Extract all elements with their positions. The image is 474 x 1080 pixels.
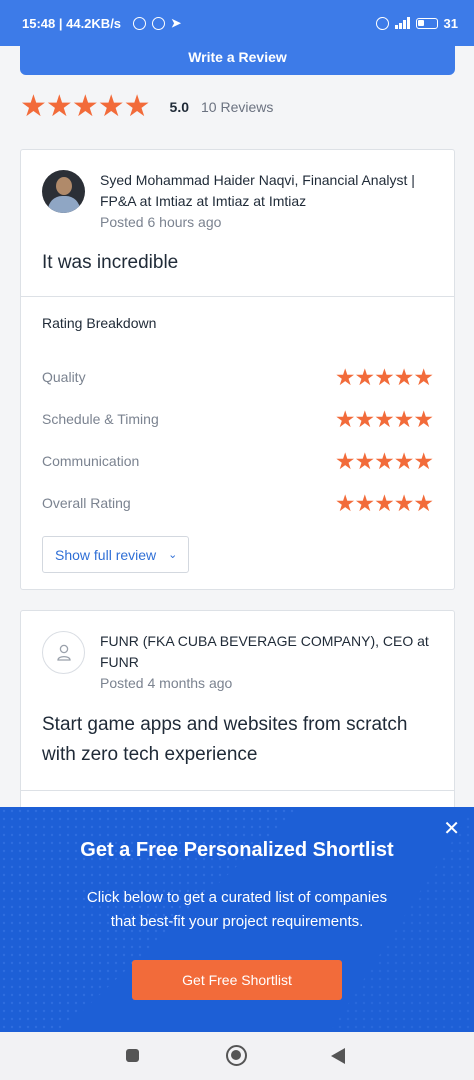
star-icon: ★ [71,90,99,123]
breakdown-row-communication: Communication ★ ★ ★ ★ ★ [42,440,434,482]
banner-text-line: Click below to get a curated list of com… [86,889,388,906]
star-icon: ★ [374,489,395,516]
avatar [42,631,85,674]
summary-score: 5.0 [169,99,189,115]
review-title: It was incredible [42,252,179,273]
banner-text: Click below to get a curated list of com… [0,886,474,934]
home-icon[interactable] [226,1045,247,1066]
battery-icon [415,17,438,29]
telegram-icon: ➤ [171,16,182,30]
star-icon: ★ [20,90,47,123]
star-icon: ★ [334,489,356,516]
star-icon: ★ [413,363,434,390]
breakdown-row-schedule: Schedule & Timing ★ ★ ★ ★ ★ [42,398,434,440]
star-icon: ★ [354,489,376,516]
status-left: 15:48 | 44.2KB/s ➤ [22,16,181,31]
reviewer-header: FUNR (FKA CUBA BEVERAGE COMPANY), CEO at… [21,611,454,694]
reviewer-name: FUNR (FKA CUBA BEVERAGE COMPANY), CEO at… [100,633,429,670]
battery-level: 31 [443,15,458,31]
whatsapp-icon [152,16,166,30]
breakdown-label: Schedule & Timing [42,411,159,427]
breakdown-stars: ★ ★ ★ ★ ★ [334,489,434,516]
avatar-body [48,196,80,213]
star-icon: ★ [413,447,434,474]
breakdown-stars: ★ ★ ★ ★ ★ [334,447,434,474]
star-icon: ★ [354,363,376,390]
reviewer-info: Syed Mohammad Haider Naqvi, Financial An… [100,170,434,233]
star-icon: ★ [334,363,356,390]
summary-review-count[interactable]: 10 Reviews [201,99,273,115]
rating-breakdown: Rating Breakdown Quality ★ ★ ★ ★ ★ Schedule … [21,297,454,573]
star-icon: ★ [393,489,415,516]
chevron-down-icon: ⌄ [168,549,178,561]
reviewer-name: Syed Mohammad Haider Naqvi, Financial An… [100,172,415,209]
get-free-shortlist-button[interactable]: Get Free Shortlist [132,960,342,1000]
breakdown-label: Overall Rating [42,495,131,511]
review-card: FUNR (FKA CUBA BEVERAGE COMPANY), CEO at… [20,610,455,830]
star-icon: ★ [374,405,395,432]
avatar [42,170,85,213]
shortlist-banner: ✕ Get a Free Personalized Shortlist Clic… [0,807,474,1032]
posted-time: Posted 6 hours ago [100,214,222,230]
star-icon: ★ [354,447,376,474]
star-icon: ★ [45,90,73,123]
star-icon: ★ [334,447,356,474]
avatar-head [56,177,72,195]
system-nav-bar [0,1032,474,1080]
banner-text-line: that best-fit your project requirements. [110,913,364,930]
star-icon: ★ [393,363,415,390]
breakdown-label: Quality [42,369,86,385]
star-icon: ★ [334,405,356,432]
user-icon [56,644,71,661]
star-icon: ★ [413,405,434,432]
star-icon: ★ [97,90,125,123]
review-title: Start game apps and websites from scratc… [42,714,408,765]
star-icon: ★ [393,447,415,474]
star-icon: ★ [123,90,151,123]
rating-summary: ★ ★ ★ ★ ★ 5.0 10 Reviews [20,92,273,122]
breakdown-row-quality: Quality ★ ★ ★ ★ ★ [42,356,434,398]
review-card: Syed Mohammad Haider Naqvi, Financial An… [20,149,455,590]
status-time-speed: 15:48 | 44.2KB/s [22,15,122,31]
reviewer-header: Syed Mohammad Haider Naqvi, Financial An… [21,150,454,233]
banner-title: Get a Free Personalized Shortlist [80,839,394,861]
signal-icon [394,17,410,29]
breakdown-title: Rating Breakdown [42,315,157,331]
divider [21,790,454,791]
breakdown-stars: ★ ★ ★ ★ ★ [334,363,434,390]
alarm-icon [133,16,147,30]
star-icon: ★ [374,363,395,390]
star-icon: ★ [374,447,395,474]
status-right: 31 [375,15,458,31]
breakdown-row-overall: Overall Rating ★ ★ ★ ★ ★ [42,482,434,524]
show-full-review-label: Show full review [55,546,157,563]
summary-stars: ★ ★ ★ ★ ★ [20,90,151,123]
star-icon: ★ [413,489,434,516]
recents-icon[interactable] [126,1049,139,1062]
breakdown-label: Communication [42,453,140,469]
write-review-button[interactable]: Write a Review [20,38,455,75]
star-icon: ★ [354,405,376,432]
back-icon[interactable] [331,1048,345,1064]
close-icon[interactable]: ✕ [443,819,460,839]
star-icon: ★ [393,405,415,432]
posted-time: Posted 4 months ago [100,675,233,691]
show-full-review-button[interactable]: Show full review ⌄ [42,536,190,573]
reviewer-info: FUNR (FKA CUBA BEVERAGE COMPANY), CEO at… [100,631,434,694]
hotspot-icon [375,16,389,30]
status-notification-icons: ➤ [133,16,181,30]
breakdown-stars: ★ ★ ★ ★ ★ [334,405,434,432]
